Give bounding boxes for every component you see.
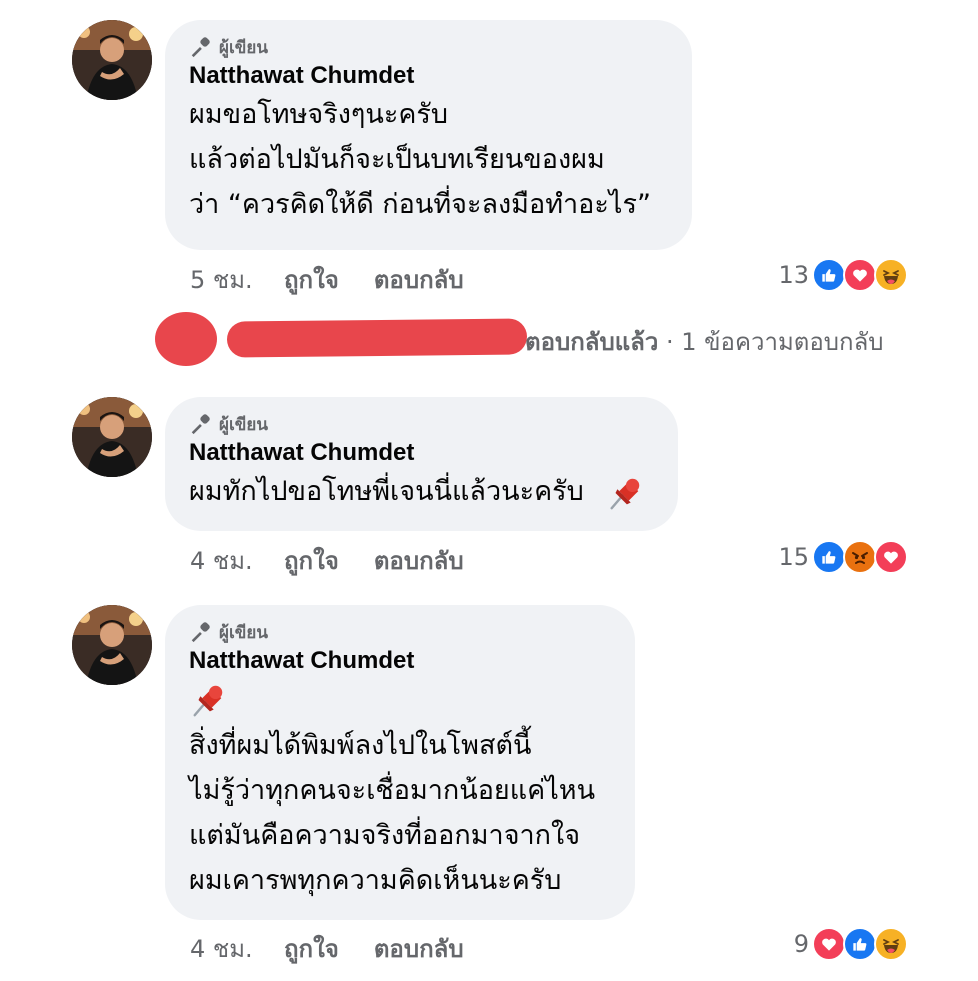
badge-label: ผู้เขียน — [219, 622, 268, 643]
angry-icon — [843, 540, 877, 574]
replies-summary[interactable]: ตอบกลับแล้ว · 1 ข้อความตอบกลับ — [525, 322, 884, 361]
haha-icon — [874, 927, 908, 961]
reaction-count: 9 — [793, 930, 809, 958]
comment-line: ผมเคารพทุกความคิดเห็นนะครับ — [189, 865, 562, 896]
author-name[interactable]: Natthawat Chumdet — [189, 437, 652, 469]
badge-label: ผู้เขียน — [219, 37, 268, 58]
comment-timestamp[interactable]: 5 ชม. — [190, 260, 284, 299]
haha-icon — [874, 258, 908, 292]
love-icon — [812, 927, 846, 961]
separator: · — [658, 328, 682, 356]
reaction-count: 13 — [778, 261, 809, 289]
author-name[interactable]: Natthawat Chumdet — [189, 645, 609, 677]
love-icon — [843, 258, 877, 292]
like-icon — [843, 927, 877, 961]
like-button[interactable]: ถูกใจ — [284, 260, 339, 299]
author-name[interactable]: Natthawat Chumdet — [189, 60, 666, 92]
pushpin-icon — [189, 681, 227, 719]
author-avatar[interactable] — [72, 397, 152, 477]
comment-timestamp[interactable]: 4 ชม. — [190, 541, 284, 580]
badge-label: ผู้เขียน — [219, 414, 268, 435]
microphone-icon — [189, 413, 211, 435]
reply-button[interactable]: ตอบกลับ — [374, 541, 464, 580]
like-button[interactable]: ถูกใจ — [284, 929, 339, 968]
reply-count-label: 1 ข้อความตอบกลับ — [681, 328, 884, 356]
like-button[interactable]: ถูกใจ — [284, 541, 339, 580]
comment-actions: 5 ชม. ถูกใจ ตอบกลับ — [190, 262, 499, 296]
microphone-icon — [189, 621, 211, 643]
reaction-summary[interactable]: 15 — [778, 539, 908, 575]
author-badge: ผู้เขียน — [189, 34, 666, 60]
pushpin-row — [189, 677, 609, 723]
comment-bubble: ผู้เขียน Natthawat Chumdet ผมขอโทษจริงๆน… — [165, 20, 692, 250]
love-icon — [874, 540, 908, 574]
avatar-image — [72, 397, 152, 477]
reaction-summary[interactable]: 9 — [794, 926, 908, 962]
comment-actions: 4 ชม. ถูกใจ ตอบกลับ — [190, 931, 499, 965]
comment-line: ผมทักไปขอโทษพี่เจนนี่แล้วนะครับ — [189, 476, 584, 507]
comment-line: แต่มันคือความจริงที่ออกมาจากใจ — [189, 820, 581, 851]
comment-bubble: ผู้เขียน Natthawat Chumdet สิ่งที่ผมได้พ… — [165, 605, 635, 920]
author-avatar[interactable] — [72, 605, 152, 685]
comment-line: ว่า “ควรคิดให้ดี ก่อนที่จะลงมือทำอะไร” — [189, 189, 651, 220]
avatar-image — [72, 605, 152, 685]
author-badge: ผู้เขียน — [189, 619, 609, 645]
reply-button[interactable]: ตอบกลับ — [374, 929, 464, 968]
comment-timestamp[interactable]: 4 ชม. — [190, 929, 284, 968]
reaction-count: 15 — [778, 543, 809, 571]
author-avatar[interactable] — [72, 20, 152, 100]
avatar-image — [72, 20, 152, 100]
comment-line: แล้วต่อไปมันก็จะเป็นบทเรียนของผม — [189, 144, 605, 175]
comment-actions: 4 ชม. ถูกใจ ตอบกลับ — [190, 543, 499, 577]
like-icon — [812, 258, 846, 292]
microphone-icon — [189, 36, 211, 58]
pushpin-icon — [606, 474, 644, 512]
comment-line: ไม่รู้ว่าทุกคนจะเชื่อมากน้อยแค่ไหน — [189, 775, 596, 806]
reaction-summary[interactable]: 13 — [778, 257, 908, 293]
like-icon — [812, 540, 846, 574]
comment-text-row: ผมทักไปขอโทษพี่เจนนี่แล้วนะครับ — [189, 469, 652, 514]
author-badge: ผู้เขียน — [189, 411, 652, 437]
redacted-name — [226, 318, 528, 358]
redacted-avatar — [155, 312, 217, 366]
view-replies-row[interactable]: ตอบกลับแล้ว · 1 ข้อความตอบกลับ — [155, 310, 915, 370]
comment-line: ผมขอโทษจริงๆนะครับ — [189, 99, 449, 130]
replied-label: ตอบกลับแล้ว — [525, 328, 659, 356]
comment-line: สิ่งที่ผมได้พิมพ์ลงไปในโพสต์นี้ — [189, 730, 532, 761]
reply-button[interactable]: ตอบกลับ — [374, 260, 464, 299]
comment-bubble: ผู้เขียน Natthawat Chumdet ผมทักไปขอโทษพ… — [165, 397, 678, 531]
